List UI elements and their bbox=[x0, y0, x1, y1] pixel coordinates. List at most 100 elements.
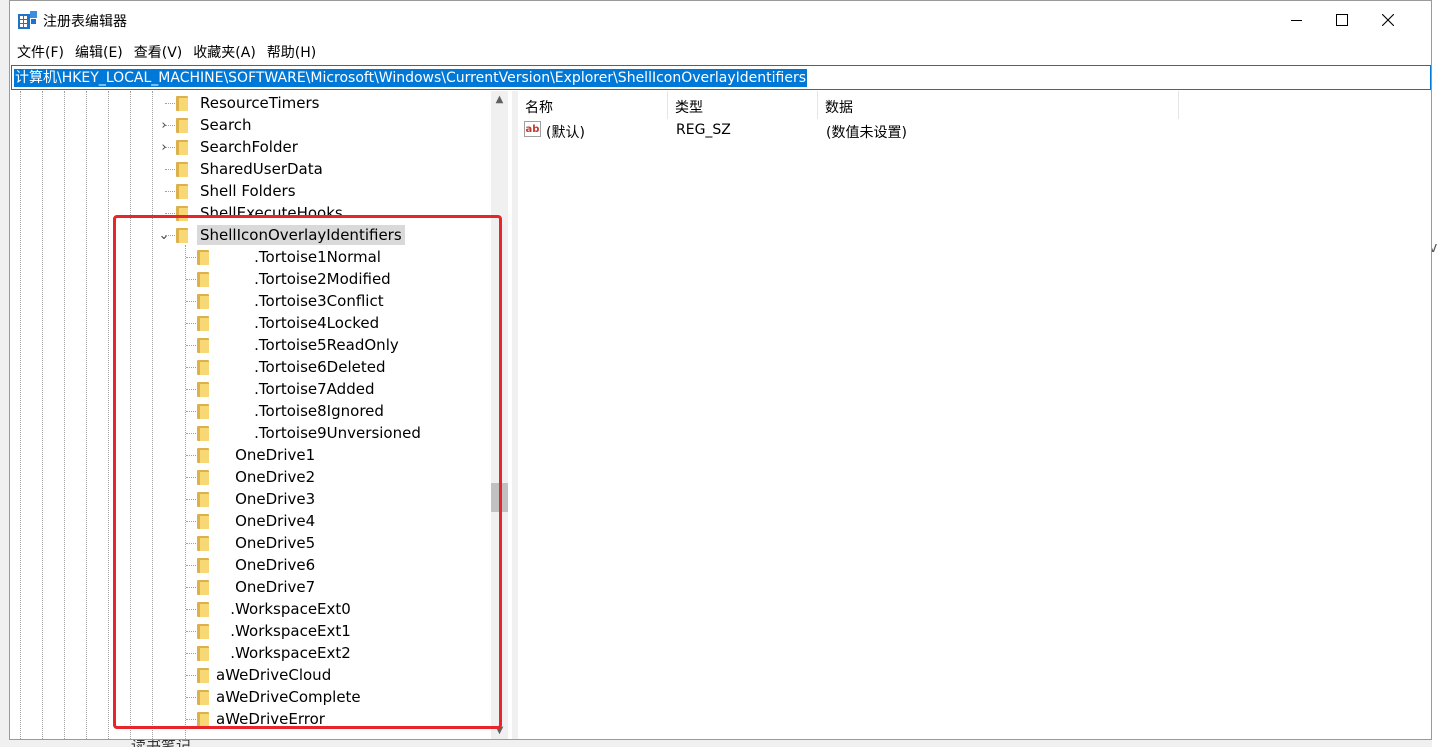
tree-item-label: OneDrive1 bbox=[216, 446, 316, 464]
scroll-thumb[interactable] bbox=[491, 483, 508, 512]
close-button[interactable] bbox=[1365, 1, 1411, 39]
title-bar[interactable]: 注册表编辑器 bbox=[10, 1, 1431, 39]
tree-connector bbox=[165, 169, 175, 170]
key-tree-pane[interactable]: ResourceTimers › Search › SearchFolder Shared… bbox=[10, 91, 512, 739]
tree-item[interactable]: aWeDriveError bbox=[10, 708, 490, 730]
tree-item[interactable]: .Tortoise4Locked bbox=[10, 312, 490, 334]
tree-item[interactable]: .Tortoise1Normal bbox=[10, 246, 490, 268]
folder-icon bbox=[197, 294, 209, 309]
tree-item[interactable]: › SearchFolder bbox=[10, 136, 490, 158]
menu-view[interactable]: 查看(V) bbox=[130, 39, 190, 63]
folder-icon bbox=[197, 272, 209, 287]
tree-item[interactable]: .Tortoise5ReadOnly bbox=[10, 334, 490, 356]
tree-item[interactable]: OneDrive1 bbox=[10, 444, 490, 466]
maximize-button[interactable] bbox=[1319, 1, 1365, 39]
tree-item[interactable]: aWeDriveComplete bbox=[10, 686, 490, 708]
tree-item[interactable]: .Tortoise6Deleted bbox=[10, 356, 490, 378]
tree-connector bbox=[186, 697, 196, 698]
tree-item-label: Search bbox=[200, 116, 252, 134]
expand-chevron-icon[interactable]: › bbox=[157, 116, 171, 134]
menu-file[interactable]: 文件(F) bbox=[13, 39, 71, 63]
tree-item[interactable]: SharedUserData bbox=[10, 158, 490, 180]
folder-icon bbox=[197, 360, 209, 375]
folder-icon bbox=[176, 206, 188, 221]
scroll-up-arrow-icon[interactable]: ▲ bbox=[491, 91, 508, 108]
address-path[interactable]: 计算机\HKEY_LOCAL_MACHINE\SOFTWARE\Microsof… bbox=[14, 69, 808, 87]
tree-item-label: OneDrive3 bbox=[216, 490, 316, 508]
tree-item[interactable]: OneDrive7 bbox=[10, 576, 490, 598]
tree-item[interactable]: ResourceTimers bbox=[10, 92, 490, 114]
folder-icon bbox=[197, 624, 209, 639]
close-icon bbox=[1382, 14, 1394, 26]
minimize-button[interactable] bbox=[1273, 1, 1319, 39]
folder-icon bbox=[197, 470, 209, 485]
tree-item[interactable]: .WorkspaceExt0 bbox=[10, 598, 490, 620]
tree-item-label: OneDrive2 bbox=[216, 468, 316, 486]
value-type: REG_SZ bbox=[676, 122, 731, 138]
folder-icon bbox=[197, 712, 209, 727]
tree-item-label: aWeDriveCloud bbox=[216, 666, 332, 684]
tree-item-label: OneDrive5 bbox=[216, 534, 316, 552]
folder-icon bbox=[197, 558, 209, 573]
column-header-type[interactable]: 类型 bbox=[668, 91, 818, 119]
tree-item[interactable]: .WorkspaceExt2 bbox=[10, 642, 490, 664]
minimize-icon bbox=[1290, 19, 1302, 21]
tree-item-label: .Tortoise7Added bbox=[216, 380, 375, 398]
folder-icon bbox=[197, 580, 209, 595]
folder-icon bbox=[197, 426, 209, 441]
tree-item[interactable]: aWeDriveCloud bbox=[10, 664, 490, 686]
tree-connector bbox=[186, 455, 196, 456]
folder-icon bbox=[176, 228, 188, 243]
folder-icon bbox=[197, 250, 209, 265]
tree-item[interactable]: .Tortoise8Ignored bbox=[10, 400, 490, 422]
tree-scrollbar[interactable]: ▲ ▼ bbox=[491, 91, 508, 739]
tree-connector bbox=[186, 411, 196, 412]
folder-icon bbox=[197, 514, 209, 529]
tree-item[interactable]: OneDrive4 bbox=[10, 510, 490, 532]
tree-item[interactable]: .Tortoise9Unversioned bbox=[10, 422, 490, 444]
column-header-name[interactable]: 名称 bbox=[518, 91, 668, 119]
values-list-pane[interactable]: 名称 类型 数据 ab (默认) REG_SZ (数值未设置) bbox=[518, 91, 1431, 739]
tree-item[interactable]: OneDrive2 bbox=[10, 466, 490, 488]
tree-item[interactable]: .WorkspaceExt1 bbox=[10, 620, 490, 642]
collapse-chevron-icon[interactable]: ⌄ bbox=[157, 226, 171, 244]
tree-item[interactable]: .Tortoise7Added bbox=[10, 378, 490, 400]
tree-item[interactable]: .Tortoise3Conflict bbox=[10, 290, 490, 312]
tree-item-label: .Tortoise9Unversioned bbox=[216, 424, 421, 442]
tree-item[interactable]: OneDrive3 bbox=[10, 488, 490, 510]
tree-item-label: .Tortoise8Ignored bbox=[216, 402, 384, 420]
folder-icon bbox=[197, 668, 209, 683]
address-bar[interactable]: 计算机\HKEY_LOCAL_MACHINE\SOFTWARE\Microsof… bbox=[11, 65, 1431, 90]
tree-item[interactable]: .Tortoise2Modified bbox=[10, 268, 490, 290]
folder-icon bbox=[176, 118, 188, 133]
tree-item[interactable]: ⌄ ShellIconOverlayIdentifiers bbox=[10, 224, 490, 246]
column-header-data[interactable]: 数据 bbox=[818, 91, 1179, 119]
menu-edit[interactable]: 编辑(E) bbox=[71, 39, 130, 63]
expand-chevron-icon[interactable]: › bbox=[157, 138, 171, 156]
folder-icon bbox=[197, 536, 209, 551]
tree-item[interactable]: OneDrive6 bbox=[10, 554, 490, 576]
tree-item-label: .Tortoise6Deleted bbox=[216, 358, 386, 376]
folder-icon bbox=[197, 382, 209, 397]
tree-item-label: ShellExecuteHooks bbox=[200, 204, 343, 222]
tree-item[interactable]: › Search bbox=[10, 114, 490, 136]
menu-bar: 文件(F) 编辑(E) 查看(V) 收藏夹(A) 帮助(H) bbox=[10, 39, 1431, 63]
value-data: (数值未设置) bbox=[826, 125, 907, 141]
tree-connector bbox=[186, 653, 196, 654]
menu-help[interactable]: 帮助(H) bbox=[263, 39, 323, 63]
tree-item[interactable]: ShellExecuteHooks bbox=[10, 202, 490, 224]
maximize-icon bbox=[1336, 14, 1348, 26]
background-window-edge bbox=[1432, 0, 1440, 747]
tree-item[interactable]: Shell Folders bbox=[10, 180, 490, 202]
regedit-window: 注册表编辑器 文件(F) 编辑(E) 查看(V) 收藏夹(A) 帮助(H) 计算… bbox=[9, 0, 1432, 740]
scroll-down-arrow-icon[interactable]: ▼ bbox=[491, 722, 508, 739]
tree-item[interactable]: OneDrive5 bbox=[10, 532, 490, 554]
tree-connector bbox=[186, 631, 196, 632]
tree-item-label: .Tortoise1Normal bbox=[216, 248, 381, 266]
menu-favorites[interactable]: 收藏夹(A) bbox=[189, 39, 263, 63]
folder-icon bbox=[176, 96, 188, 111]
tree-item-label: Shell Folders bbox=[200, 182, 296, 200]
string-value-icon: ab bbox=[524, 121, 541, 137]
folder-icon bbox=[197, 316, 209, 331]
value-row[interactable]: ab (默认) REG_SZ (数值未设置) bbox=[518, 119, 1418, 141]
